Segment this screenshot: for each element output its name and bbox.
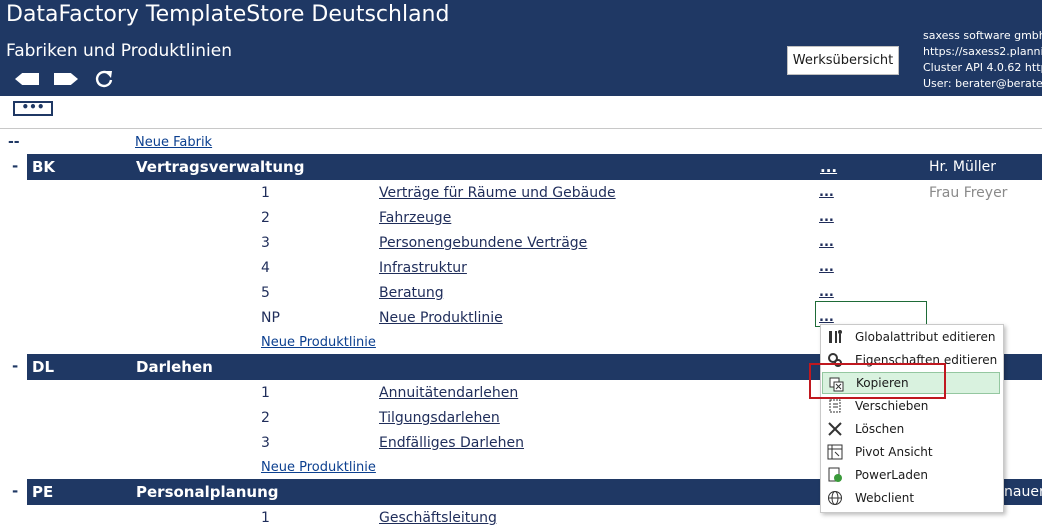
factory-name: Darlehen — [136, 358, 213, 376]
factory-name: Personalplanung — [136, 483, 279, 501]
move-icon — [829, 399, 841, 413]
menu-item-label: Verschieben — [855, 399, 929, 413]
line-number: 3 — [261, 435, 270, 451]
line-number: 1 — [261, 510, 270, 526]
factory-code: PE — [32, 483, 54, 501]
line-number: 2 — [261, 410, 270, 426]
app-title: DataFactory TemplateStore Deutschland — [6, 2, 450, 27]
session-info: saxess software gmbh https://saxess2.pla… — [923, 28, 1042, 92]
refresh-icon[interactable] — [94, 69, 114, 89]
factory-owner: nauer — [1004, 484, 1042, 500]
context-menu: Globalattribut editieren Eigenschaften e… — [820, 324, 1004, 513]
product-line-link[interactable]: Beratung — [379, 285, 444, 301]
line-number: 4 — [261, 260, 270, 276]
forward-arrow-icon[interactable] — [54, 73, 78, 85]
page-subtitle: Fabriken und Produktlinien — [6, 41, 232, 61]
product-line-link[interactable]: Verträge für Räume und Gebäude — [379, 185, 616, 201]
info-api: Cluster API 4.0.62 http — [923, 61, 1042, 74]
factory-name: Vertragsverwaltung — [136, 158, 305, 176]
menu-item-webclient[interactable]: Webclient — [821, 487, 1003, 509]
product-line-link[interactable]: Infrastruktur — [379, 260, 467, 276]
line-number: 1 — [261, 185, 270, 201]
app-header: DataFactory TemplateStore Deutschland Fa… — [0, 0, 1042, 96]
product-line-link[interactable]: Fahrzeuge — [379, 210, 451, 226]
product-line-link[interactable]: Geschäftsleitung — [379, 510, 497, 526]
line-actions-button[interactable]: ... — [819, 235, 834, 250]
collapse-all-toggle[interactable]: -- — [8, 134, 20, 150]
power-load-icon — [828, 467, 842, 482]
menu-item-label: PowerLaden — [855, 468, 928, 482]
menu-item-label: Pivot Ansicht — [855, 445, 933, 459]
factory-actions-button[interactable]: ... — [820, 158, 837, 176]
line-number: 5 — [261, 285, 270, 301]
menu-item-power-load[interactable]: PowerLaden — [821, 464, 1003, 486]
menu-item-delete[interactable]: Löschen — [821, 418, 1003, 440]
pivot-icon — [827, 444, 843, 460]
factory-code: BK — [32, 158, 56, 176]
menu-item-label: Globalattribut editieren — [855, 330, 996, 344]
line-actions-button[interactable]: ... — [819, 185, 834, 200]
line-number: NP — [261, 310, 280, 326]
menu-item-label: Webclient — [855, 491, 915, 505]
globe-icon — [828, 491, 842, 505]
tools-icon — [829, 330, 842, 343]
line-number: 1 — [261, 385, 270, 401]
collapse-toggle[interactable]: - — [12, 482, 18, 500]
info-company: saxess software gmbh — [923, 29, 1042, 42]
more-options-button[interactable]: ••• — [13, 101, 53, 116]
toolbar: ••• — [0, 96, 1042, 129]
collapse-toggle[interactable]: - — [12, 357, 18, 375]
factory-owner: Hr. Müller — [929, 159, 996, 175]
factory-owner-secondary: Frau Freyer — [929, 185, 1008, 201]
delete-icon — [828, 422, 842, 436]
annotation-highlight-box — [809, 363, 946, 399]
product-line-link[interactable]: Personengebundene Verträge — [379, 235, 587, 251]
line-actions-button[interactable]: ... — [819, 285, 834, 300]
info-url: https://saxess2.planni — [923, 45, 1042, 58]
line-actions-button[interactable]: ... — [819, 310, 834, 325]
new-factory-link[interactable]: Neue Fabrik — [135, 135, 212, 150]
collapse-toggle[interactable]: - — [12, 157, 18, 175]
new-product-line-link[interactable]: Neue Produktlinie — [261, 460, 376, 475]
menu-item-pivot-view[interactable]: Pivot Ansicht — [821, 441, 1003, 463]
factory-code: DL — [32, 358, 55, 376]
menu-item-global-attribute[interactable]: Globalattribut editieren — [821, 326, 1003, 348]
product-line-link[interactable]: Tilgungsdarlehen — [379, 410, 500, 426]
line-number: 3 — [261, 235, 270, 251]
product-line-link[interactable]: Neue Produktlinie — [379, 310, 503, 326]
product-line-link[interactable]: Endfälliges Darlehen — [379, 435, 524, 451]
line-number: 2 — [261, 210, 270, 226]
line-actions-button[interactable]: ... — [819, 210, 834, 225]
menu-item-label: Löschen — [855, 422, 905, 436]
works-overview-button[interactable]: Werksübersicht — [787, 46, 899, 75]
back-arrow-icon[interactable] — [15, 73, 39, 85]
line-actions-button[interactable]: ... — [819, 260, 834, 275]
new-product-line-link[interactable]: Neue Produktlinie — [261, 335, 376, 350]
product-line-link[interactable]: Annuitätendarlehen — [379, 385, 518, 401]
info-user: User: berater@berate — [923, 77, 1042, 90]
